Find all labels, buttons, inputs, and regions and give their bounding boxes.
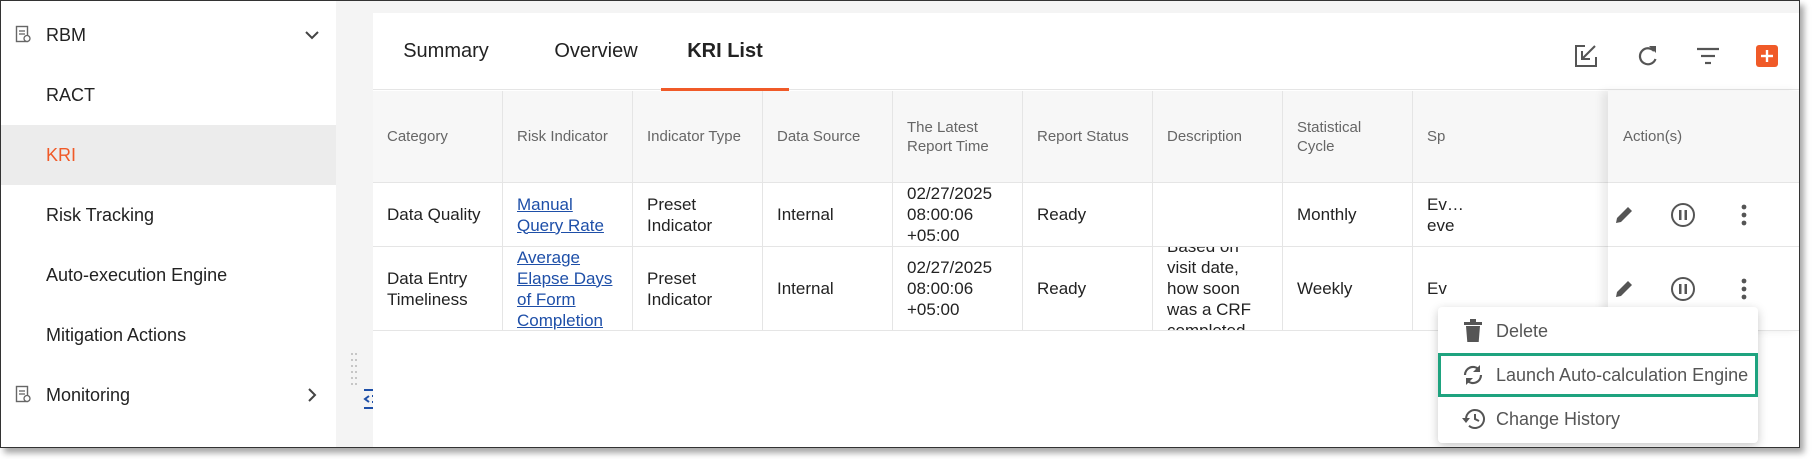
cell-indicator-type: Preset Indicator [633,247,763,330]
sidebar: RBM RACT KRI Risk Tracking Auto-executio… [1,1,336,447]
column-header[interactable]: Data Source [763,91,893,182]
edit-icon[interactable] [1611,202,1637,228]
sidebar-resize-handle[interactable] [350,351,358,391]
cell-sp: Ev… eve [1427,194,1464,235]
tab-kri-list[interactable]: KRI List [661,13,789,91]
export-icon[interactable] [1571,41,1601,71]
column-header[interactable]: The Latest Report Time [893,91,1023,182]
column-header[interactable]: Sp [1413,91,1473,182]
sidebar-item-label: RBM [46,24,86,45]
column-header[interactable]: Indicator Type [633,91,763,182]
cell-data-source: Internal [763,183,893,246]
sidebar-item-label: RACT [46,84,95,105]
menu-item-change-history[interactable]: Change History [1438,397,1758,441]
cell-description: Based on visit date, how soon was a CRF … [1153,247,1283,330]
sidebar-item-mitigation-actions[interactable]: Mitigation Actions [1,305,336,365]
cell-report-status: Ready [1023,247,1153,330]
chevron-down-icon[interactable] [302,25,322,45]
row-actions [1608,183,1799,247]
pause-icon[interactable] [1670,276,1696,302]
tab-overview[interactable]: Overview [541,13,651,90]
sidebar-item-label: Risk Tracking [46,204,155,225]
sidebar-item-rbm[interactable]: RBM [1,5,336,65]
history-icon [1460,406,1486,432]
sidebar-item-monitoring[interactable]: Monitoring [1,365,336,425]
menu-item-delete[interactable]: Delete [1438,309,1758,353]
column-header[interactable]: Description [1153,91,1283,182]
report-icon [15,385,33,405]
column-header[interactable]: Statistical Cycle [1283,91,1413,182]
report-icon [15,25,33,45]
menu-item-label: Launch Auto-calculation Engine [1496,364,1749,385]
pause-icon[interactable] [1670,202,1696,228]
edit-icon[interactable] [1611,276,1637,302]
table-header-row: Category Risk Indicator Indicator Type D… [373,91,1799,183]
cell-category: Data Entry Timeliness [373,247,503,330]
column-header[interactable]: Category [373,91,503,182]
filter-icon[interactable] [1693,41,1723,71]
cell-latest-report-time: 02/27/2025 08:00:06 +05:00 [893,247,1023,330]
sidebar-item-kri[interactable]: KRI [1,125,336,185]
risk-indicator-link[interactable]: Manual Query Rate [517,194,618,236]
trash-icon [1460,318,1486,344]
cell-category: Data Quality [373,183,503,246]
sidebar-item-label: Mitigation Actions [46,324,187,345]
risk-indicator-link[interactable]: Average Elapse Days of Form Completion [517,247,618,330]
table-row: Data Quality Manual Query Rate Preset In… [373,183,1799,247]
more-vertical-icon[interactable] [1731,202,1757,228]
tab-summary[interactable]: Summary [391,13,501,90]
cell-data-source: Internal [763,247,893,330]
cell-statistical-cycle: Weekly [1283,247,1413,330]
actions-column: Action(s) [1608,91,1799,331]
cell-latest-report-time: 02/27/2025 08:00:06 +05:00 [893,183,1023,246]
row-actions-menu: Delete Launch Auto-calculation Engine Ch… [1438,307,1758,443]
sidebar-item-label: KRI [46,144,77,165]
app-frame: RBM RACT KRI Risk Tracking Auto-executio… [0,0,1800,448]
column-header[interactable]: Risk Indicator [503,91,633,182]
cell-indicator-type: Preset Indicator [633,183,763,246]
sidebar-item-auto-execution-engine[interactable]: Auto-execution Engine [1,245,336,305]
cell-report-status: Ready [1023,183,1153,246]
menu-item-launch-auto-calculation-engine[interactable]: Launch Auto-calculation Engine [1438,353,1758,397]
menu-item-label: Delete [1496,320,1549,341]
cell-description [1153,183,1283,246]
add-icon[interactable] [1756,45,1778,67]
column-header: Action(s) [1608,91,1799,183]
tab-bar: Summary Overview KRI List [373,13,1799,91]
column-header[interactable]: Report Status [1023,91,1153,182]
refresh-icon[interactable] [1632,41,1662,71]
sidebar-item-ract[interactable]: RACT [1,65,336,125]
more-vertical-icon[interactable] [1731,276,1757,302]
menu-item-label: Change History [1496,408,1621,429]
cell-risk-indicator: Average Elapse Days of Form Completion [503,247,633,330]
sync-icon [1460,362,1486,388]
cell-risk-indicator: Manual Query Rate [503,183,633,246]
chevron-right-icon[interactable] [302,385,322,405]
sidebar-item-label: Monitoring [46,384,131,405]
sidebar-item-label: Auto-execution Engine [46,264,228,285]
cell-statistical-cycle: Monthly [1283,183,1413,246]
sidebar-item-risk-tracking[interactable]: Risk Tracking [1,185,336,245]
